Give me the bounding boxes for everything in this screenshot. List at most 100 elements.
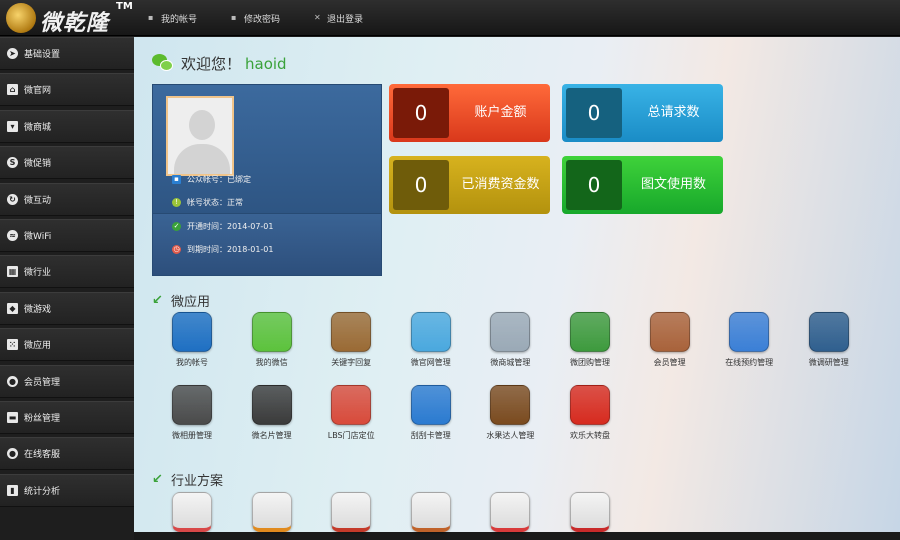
app-tile[interactable]: 在线预约管理 [712,312,786,368]
industry-app-tile[interactable] [553,492,627,532]
checklist-icon [808,312,849,352]
app-tile[interactable]: 微商城管理 [473,312,547,368]
avatar[interactable] [166,96,234,176]
app-tile[interactable]: 我的帐号 [155,312,229,368]
my-account-link[interactable]: ▪ 我的帐号 [148,0,197,36]
profile-row-text: 开通时间：2014-07-01 [187,222,274,231]
address-book-icon [649,312,690,352]
sidebar-item-fan-management[interactable]: ▬ 粉丝管理 [0,400,134,434]
profile-card: ▪ 公众帐号：已绑定 ! 帐号状态：正常 ✓ 开通时间：2014-07-01 ◷… [152,84,382,276]
logout-link[interactable]: ✕ 退出登录 [314,0,363,36]
industry-app-tile[interactable] [235,492,309,532]
sidebar-item-online-service[interactable]: ● 在线客服 [0,437,134,471]
app-label: 会员管理 [653,358,686,367]
industry-app-tile[interactable] [473,492,547,532]
profile-row-status: ! 帐号状态：正常 [172,197,243,208]
status-icon: ! [172,198,181,207]
app-tile[interactable]: 会员管理 [633,312,707,368]
sidebar-item-label: 会员管理 [24,377,61,388]
profile-row-account: ▪ 公众帐号：已绑定 [172,174,251,185]
app-label: 微商城管理 [490,358,531,367]
industry-app-tile[interactable] [314,492,388,532]
app-label: 微官网管理 [410,358,451,367]
app-tile[interactable]: 微相册管理 [155,385,229,441]
card-icon: ▬ [7,411,18,423]
apps-icon: ⁙ [7,339,18,351]
food-icon [251,492,292,532]
stat-account-balance[interactable]: 0 账户金额 [389,84,550,142]
sidebar-item-label: 微商城 [24,122,52,133]
sidebar-item-label: 微游戏 [24,304,52,315]
section-header-apps: ↙ 微应用 [152,291,211,311]
top-bar: 微乾隆 TM ▪ 我的帐号 ▪ 修改密码 ✕ 退出登录 [0,0,900,36]
edit-icon: ▪ [231,13,237,22]
sidebar-item-micro-games[interactable]: ◆ 微游戏 [0,291,134,325]
stat-total-requests[interactable]: 0 总请求数 [562,84,723,142]
medical-icon [490,492,531,532]
logout-label: 退出登录 [327,14,364,25]
sidebar-item-micro-apps[interactable]: ⁙ 微应用 [0,328,134,362]
close-icon: ✕ [314,13,321,22]
app-tile[interactable]: 微团购管理 [553,312,627,368]
app-tile[interactable]: LBS门店定位 [314,385,388,441]
app-tile[interactable]: 欢乐大转盘 [553,385,627,441]
app-tile[interactable]: 微名片管理 [235,385,309,441]
camera-lens-icon [172,385,212,425]
change-password-label: 修改密码 [244,14,281,25]
sidebar-item-label: 微官网 [24,86,52,97]
section-title: 微应用 [171,295,211,310]
app-label: 关键字回复 [331,358,372,367]
skype-icon: S [7,157,18,169]
my-account-label: 我的帐号 [161,14,198,25]
sidebar-item-label: 在线客服 [24,450,61,461]
car-icon [570,492,610,532]
leaf-arrow-icon: ↙ [152,471,163,487]
sidebar-item-micro-interaction[interactable]: ↻ 微互动 [0,182,134,216]
welcome-prefix: 欢迎您！ [181,55,242,73]
sidebar-item-label: 微互动 [24,195,52,206]
stat-label: 账户金额 [474,105,527,120]
dragon-logo-icon [6,3,36,33]
app-label: 我的微信 [255,358,288,367]
sidebar-item-micro-promotion[interactable]: S 微促销 [0,146,134,180]
app-tile[interactable]: 关键字回复 [314,312,388,368]
chart-icon: ▮ [7,484,18,496]
sidebar-item-member-management[interactable]: ● 会员管理 [0,364,134,398]
app-tile[interactable]: 水果达人管理 [473,385,547,441]
sidebar-item-micro-site[interactable]: ⌂ 微官网 [0,73,134,107]
compass-icon: ➤ [7,48,18,59]
stat-value: 0 [566,88,622,138]
stat-spent-funds[interactable]: 0 已消费资金数 [389,156,550,214]
welcome-header: 欢迎您！ haoid [152,53,287,74]
app-tile[interactable]: 刮刮卡管理 [394,385,468,441]
stat-value: 0 [393,160,449,210]
app-tile[interactable]: 我的微信 [235,312,309,368]
user-icon: ▪ [148,13,154,22]
change-password-link[interactable]: ▪ 修改密码 [231,0,280,36]
section-title: 行业方案 [171,474,224,489]
profile-row-text: 帐号状态：正常 [187,198,243,207]
stat-value: 0 [566,160,622,210]
message-icon [251,312,292,352]
sidebar-item-basic-settings[interactable]: ➤ 基础设置 [0,37,134,70]
refresh-icon: ↻ [7,193,18,205]
app-label: 微团购管理 [570,358,610,367]
sidebar-item-statistics[interactable]: ▮ 统计分析 [0,473,134,507]
webcam-icon [410,312,451,352]
app-tile[interactable]: 微官网管理 [394,312,468,368]
account-icon [172,312,212,352]
sidebar-item-micro-wifi[interactable]: ≈ 微WiFi [0,218,134,252]
logo[interactable]: 微乾隆 TM [4,1,134,36]
bottom-bar [134,532,900,540]
industry-app-tile[interactable] [155,492,229,532]
industry-app-tile[interactable] [394,492,468,532]
alarm-icon: ◷ [172,245,181,254]
stat-graphic-usage[interactable]: 0 图文使用数 [562,156,723,214]
sidebar-item-micro-industry[interactable]: ▦ 微行业 [0,255,134,289]
stat-label: 图文使用数 [640,177,706,192]
chrome-icon [410,385,451,425]
sidebar-item-micro-mall[interactable]: ▾ 微商城 [0,109,134,143]
logo-text: 微乾隆 [40,10,110,36]
app-tile[interactable]: 微调研管理 [792,312,866,368]
cart-icon: ▾ [7,120,18,132]
